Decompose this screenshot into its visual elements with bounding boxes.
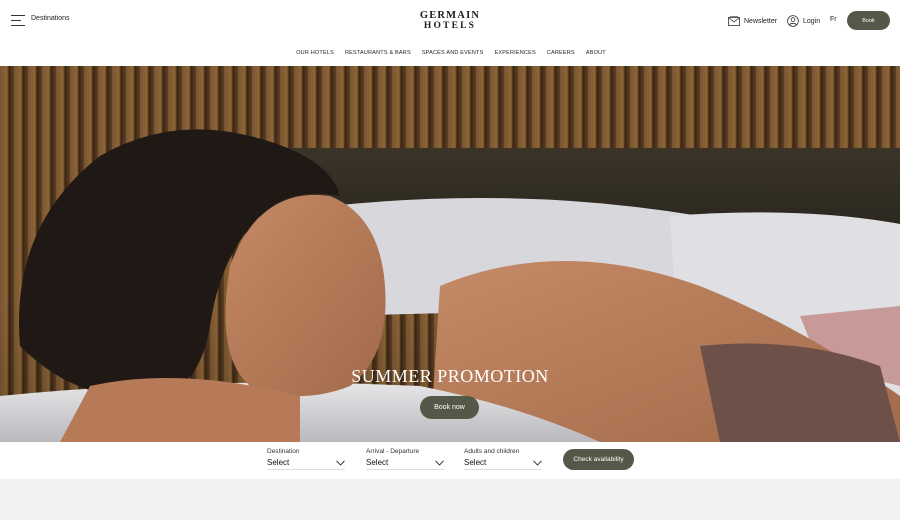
destination-label: Destination bbox=[267, 448, 300, 455]
user-circle-icon bbox=[787, 15, 799, 27]
newsletter-link[interactable]: Newsletter bbox=[728, 14, 777, 28]
arrival-departure-value: Select bbox=[366, 458, 389, 467]
site-header: Destinations GERMAIN HOTELS Newsletter L… bbox=[0, 0, 900, 66]
login-link[interactable]: Login bbox=[787, 14, 820, 28]
book-button[interactable]: Book bbox=[847, 11, 890, 30]
guests-value: Select bbox=[464, 458, 487, 467]
language-switch[interactable]: Fr bbox=[830, 16, 837, 23]
chevron-down-icon bbox=[533, 460, 542, 466]
hero-title: SUMMER PROMOTION bbox=[351, 366, 549, 386]
guests-select[interactable]: Adults and children Select bbox=[464, 448, 542, 470]
arrival-departure-select[interactable]: Arrival - Departure Select bbox=[366, 448, 444, 470]
nav-our-hotels[interactable]: OUR HOTELS bbox=[296, 50, 334, 56]
destination-select[interactable]: Destination Select bbox=[267, 448, 345, 470]
nav-spaces-events[interactable]: SPACES AND EVENTS bbox=[422, 50, 484, 56]
newsletter-label: Newsletter bbox=[744, 17, 778, 25]
nav-restaurants-bars[interactable]: RESTAURANTS & BARS bbox=[345, 50, 411, 56]
check-availability-button[interactable]: Check availability bbox=[563, 449, 634, 470]
guests-label: Adults and children bbox=[464, 448, 520, 455]
hero-banner: SUMMER PROMOTION Book now bbox=[0, 66, 900, 442]
envelope-icon bbox=[728, 16, 740, 26]
chevron-down-icon bbox=[435, 460, 444, 466]
destination-value: Select bbox=[267, 458, 290, 467]
nav-about[interactable]: ABOUT bbox=[586, 50, 606, 56]
nav-experiences[interactable]: EXPERIENCES bbox=[495, 50, 536, 56]
booking-bar: Destination Select Arrival - Departure S… bbox=[0, 442, 900, 479]
chevron-down-icon bbox=[336, 460, 345, 466]
login-label: Login bbox=[803, 17, 821, 25]
main-nav: OUR HOTELS RESTAURANTS & BARS SPACES AND… bbox=[0, 50, 900, 56]
arrival-departure-label: Arrival - Departure bbox=[366, 448, 420, 455]
content-section-band bbox=[0, 479, 900, 520]
hero-book-now-button[interactable]: Book now bbox=[420, 396, 479, 419]
nav-careers[interactable]: CAREERS bbox=[547, 50, 575, 56]
